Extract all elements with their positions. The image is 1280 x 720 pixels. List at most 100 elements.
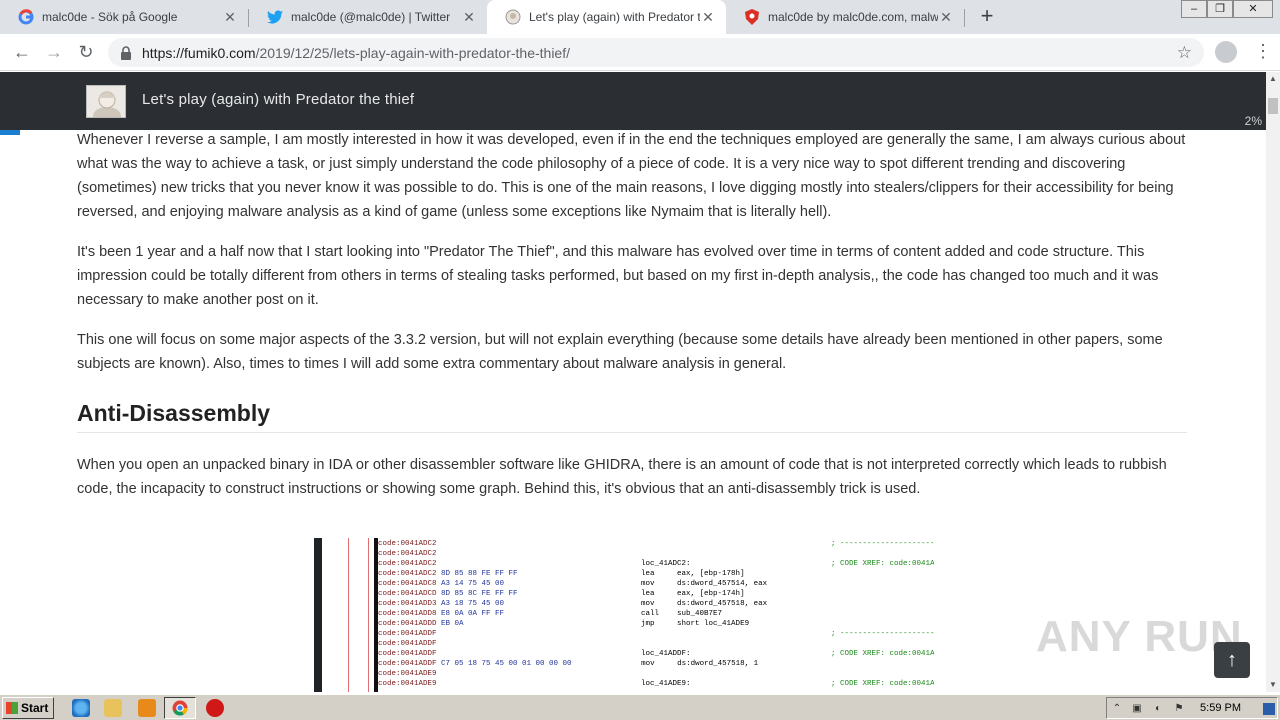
disasm-comment: ; CODE XREF: code:0041ADA4↑j [831, 650, 934, 658]
restore-button[interactable]: ❐ [1207, 0, 1233, 18]
back-button[interactable]: ← [10, 40, 34, 64]
chrome-icon [172, 700, 188, 716]
close-icon[interactable]: ✕ [938, 9, 954, 25]
paragraph: Whenever I reverse a sample, I am mostly… [77, 132, 1186, 220]
disasm-bytes: 8D 85 88 FE FF FF [441, 570, 518, 578]
disasm-line: code:0041ADDF [378, 639, 934, 649]
disasm-instruction: call sub_40B7E7 [641, 610, 723, 618]
media-player-icon[interactable] [138, 699, 156, 717]
system-tray: ⌃ ▣ ◖ ⚑ 5:59 PM [1106, 697, 1278, 719]
volume-icon[interactable]: ◖ [1151, 703, 1163, 715]
flag-icon[interactable]: ⚑ [1173, 703, 1185, 715]
tray-expand-icon[interactable]: ⌃ [1111, 703, 1123, 715]
disasm-line: code:0041ADDF ; ------------------------… [378, 629, 934, 639]
url-path: /2019/12/25/lets-play-again-with-predato… [255, 44, 570, 61]
close-icon[interactable]: ✕ [461, 9, 477, 25]
disasm-address: code:0041ADDF [378, 660, 437, 668]
tab-title: malc0de by malc0de.com, malware li [768, 10, 938, 24]
disasm-address: code:0041ADCD [378, 590, 437, 598]
stop-icon[interactable] [206, 699, 224, 717]
disasm-line: code:0041ADC8 A3 14 75 45 00 mov ds:dword… [378, 579, 934, 589]
disasm-line: code:0041ADE9 loc_41ADE9: ; CODE XREF: co… [378, 679, 934, 689]
scroll-to-top-button[interactable]: ↑ [1214, 642, 1250, 678]
disasm-line: code:0041ADC2 [378, 549, 934, 559]
disasm-address: code:0041ADDF [378, 630, 437, 638]
page-viewport: Whenever I reverse a sample, I am mostly… [0, 72, 1266, 692]
chrome-taskbar-button[interactable] [164, 697, 196, 719]
site-header-bar: Let's play (again) with Predator the thi… [0, 72, 1266, 130]
disasm-address: code:0041ADC2 [378, 570, 437, 578]
start-label: Start [21, 701, 49, 715]
site-avatar [86, 85, 126, 118]
address-bar[interactable]: https://fumik0.com/2019/12/25/lets-play-… [108, 38, 1204, 67]
tab-title: Let's play (again) with Predator the t [529, 10, 700, 24]
tab-google[interactable]: malc0de - Sök på Google ✕ [0, 0, 248, 34]
show-desktop-icon[interactable] [1263, 703, 1275, 715]
disasm-address: code:0041ADC2 [378, 540, 437, 548]
tab-strip: malc0de - Sök på Google ✕ malc0de (@malc… [0, 0, 1280, 34]
browser-toolbar: ← → ↻ https://fumik0.com/2019/12/25/lets… [0, 34, 1280, 71]
disasm-instruction: mov ds:dword_457518, 1 [641, 660, 759, 668]
disassembly-screenshot: code:0041ADC2 ; ------------------------… [314, 538, 934, 692]
tab-predator-article[interactable]: Let's play (again) with Predator the t ✕ [487, 0, 726, 34]
flow-line [368, 538, 369, 692]
article-body: Whenever I reverse a sample, I am mostly… [77, 128, 1187, 517]
disasm-bytes: E8 0A 0A FF FF [441, 610, 505, 618]
disasm-bytes: A3 18 75 45 00 [441, 600, 505, 608]
site-favicon-icon [505, 9, 521, 25]
disasm-line: code:0041ADD3 A3 18 75 45 00 mov ds:dword… [378, 599, 934, 609]
disasm-instruction: loc_41ADDF: [641, 650, 691, 658]
disasm-bytes: EB 0A [441, 620, 464, 628]
ie-icon[interactable] [72, 699, 90, 717]
url-host: https://fumik0.com [142, 44, 256, 61]
disasm-address: code:0041ADDF [378, 650, 437, 658]
windows-flag-icon [6, 702, 18, 714]
disasm-address: code:0041ADD8 [378, 610, 437, 618]
disasm-address: code:0041ADD3 [378, 600, 437, 608]
disasm-bytes: C7 05 18 75 45 00 01 00 00 00 [441, 660, 572, 668]
scroll-up-icon[interactable]: ▲ [1266, 72, 1280, 86]
menu-kebab-icon[interactable]: ⋮ [1254, 40, 1272, 64]
tab-title: malc0de - Sök på Google [42, 10, 178, 24]
profile-avatar[interactable] [1215, 41, 1237, 63]
disasm-comment: ; --------------------------------------… [831, 630, 934, 638]
scrollbar-thumb[interactable] [1268, 98, 1278, 114]
close-icon[interactable]: ✕ [700, 9, 716, 25]
tab-title: malc0de (@malc0de) | Twitter [291, 10, 451, 24]
forward-button[interactable]: → [42, 40, 66, 64]
disasm-address: code:0041ADC2 [378, 550, 437, 558]
taskbar: Start ⌃ ▣ ◖ ⚑ 5:59 PM [0, 694, 1280, 720]
disassembly-listing: code:0041ADC2 ; ------------------------… [378, 539, 934, 689]
disasm-comment: ; CODE XREF: code:0041ADDD↑j [831, 680, 934, 688]
disasm-line: code:0041ADC2 8D 85 88 FE FF FF lea eax, … [378, 569, 934, 579]
disasm-instruction: loc_41ADC2: [641, 560, 691, 568]
disasm-address: code:0041ADDF [378, 640, 437, 648]
disasm-line: code:0041ADD8 E8 0A 0A FF FF call sub_40B… [378, 609, 934, 619]
reading-progress: 2% [1244, 114, 1262, 128]
network-icon[interactable]: ▣ [1131, 703, 1143, 715]
tab-twitter[interactable]: malc0de (@malc0de) | Twitter ✕ [249, 0, 487, 34]
disasm-line: code:0041ADCD 8D 85 8C FE FF FF lea eax, … [378, 589, 934, 599]
disasm-address: code:0041ADC2 [378, 560, 437, 568]
disasm-address: code:0041ADE9 [378, 670, 437, 678]
disasm-instruction: jmp short loc_41ADE9 [641, 620, 750, 628]
minimize-button[interactable]: – [1181, 0, 1207, 18]
disasm-line: code:0041ADDF C7 05 18 75 45 00 01 00 00… [378, 659, 934, 669]
tab-malc0de[interactable]: malc0de by malc0de.com, malware li ✕ [726, 0, 964, 34]
shield-icon [744, 9, 760, 25]
anyrun-watermark: ANY RUN [1036, 612, 1243, 661]
new-tab-button[interactable]: + [976, 5, 998, 29]
bookmark-star-icon[interactable]: ☆ [1177, 43, 1192, 63]
close-window-button[interactable]: ✕ [1233, 0, 1273, 18]
scroll-down-icon[interactable]: ▼ [1266, 678, 1280, 692]
google-icon [18, 9, 34, 25]
vertical-scrollbar[interactable]: ▲ ▼ [1266, 72, 1280, 692]
twitter-icon [267, 9, 283, 25]
disasm-line: code:0041ADE9 [378, 669, 934, 679]
start-button[interactable]: Start [2, 697, 54, 719]
disasm-instruction: lea eax, [ebp-174h] [641, 590, 745, 598]
folder-icon[interactable] [104, 699, 122, 717]
close-icon[interactable]: ✕ [222, 9, 238, 25]
paragraph: It's been 1 year and a half now that I s… [77, 244, 1159, 308]
reload-button[interactable]: ↻ [74, 40, 98, 64]
